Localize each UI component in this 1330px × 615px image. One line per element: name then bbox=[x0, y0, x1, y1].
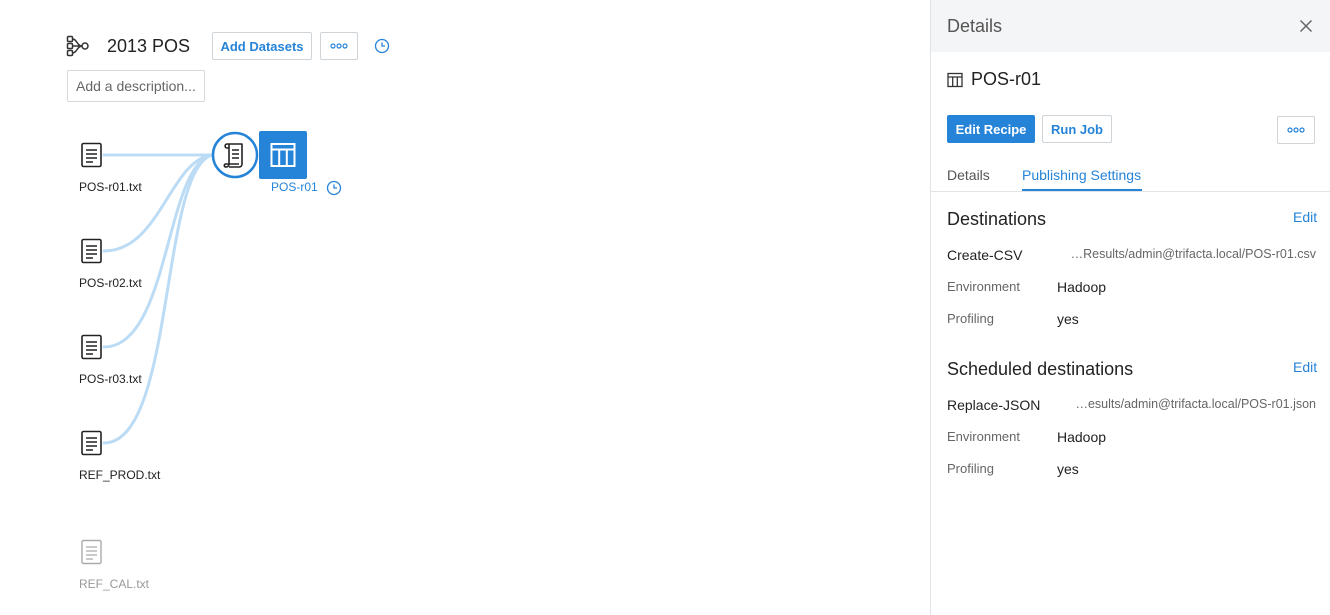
table-icon bbox=[270, 143, 296, 167]
selected-dataset-name: POS-r01 bbox=[971, 69, 1042, 89]
scheduled-destinations-title: Scheduled destinations bbox=[947, 359, 1134, 379]
close-icon[interactable] bbox=[1299, 19, 1313, 33]
profiling-value: yes bbox=[1057, 461, 1079, 477]
panel-header: Details bbox=[931, 0, 1330, 52]
tabs-divider bbox=[931, 191, 1330, 192]
table-icon bbox=[947, 72, 963, 88]
environment-label: Environment bbox=[947, 279, 1020, 294]
destinations-title: Destinations bbox=[947, 209, 1047, 229]
run-job-button[interactable]: Run Job bbox=[1042, 115, 1112, 143]
dataset-label[interactable]: REF_PROD.txt bbox=[79, 468, 160, 482]
destination-path: …Results/admin@trifacta.local/POS-r01.cs… bbox=[1070, 247, 1316, 261]
dataset-file-icon[interactable] bbox=[80, 142, 104, 168]
profiling-label: Profiling bbox=[947, 311, 994, 326]
tab-details[interactable]: Details bbox=[947, 167, 990, 183]
edit-recipe-button[interactable]: Edit Recipe bbox=[947, 115, 1035, 143]
dataset-file-icon[interactable] bbox=[80, 238, 104, 264]
environment-label: Environment bbox=[947, 429, 1020, 444]
flow-canvas: 2013 POS Add Datasets Add a description.… bbox=[0, 0, 930, 615]
dataset-file-icon[interactable] bbox=[80, 334, 104, 360]
details-panel: Details POS-r01 Edit Recipe Run Job Deta… bbox=[930, 0, 1330, 615]
dataset-file-icon-disabled[interactable] bbox=[80, 539, 104, 565]
panel-header-title: Details bbox=[947, 16, 1003, 36]
dataset-label[interactable]: POS-r01.txt bbox=[79, 180, 142, 194]
dataset-label-disabled[interactable]: REF_CAL.txt bbox=[79, 577, 149, 591]
profiling-value: yes bbox=[1057, 311, 1079, 327]
flow-connectors bbox=[102, 153, 214, 445]
panel-more-button[interactable] bbox=[1277, 116, 1315, 144]
history-clock-icon[interactable] bbox=[326, 180, 342, 196]
scheduled-destination-path: …esults/admin@trifacta.local/POS-r01.jso… bbox=[1075, 397, 1316, 411]
dataset-file-icon[interactable] bbox=[80, 430, 104, 456]
destinations-edit-link[interactable]: Edit bbox=[1293, 209, 1317, 225]
connector-ref-prod bbox=[102, 153, 214, 445]
output-dataset-node[interactable] bbox=[259, 131, 307, 179]
scheduled-edit-link[interactable]: Edit bbox=[1293, 359, 1317, 375]
tab-publishing-settings[interactable]: Publishing Settings bbox=[1022, 167, 1141, 183]
environment-value: Hadoop bbox=[1057, 429, 1107, 445]
more-dots-icon bbox=[1287, 127, 1305, 133]
dataset-label[interactable]: POS-r02.txt bbox=[79, 276, 142, 290]
profiling-label: Profiling bbox=[947, 461, 994, 476]
recipe-node[interactable] bbox=[211, 131, 259, 179]
output-label[interactable]: POS-r01 bbox=[271, 180, 318, 194]
environment-value: Hadoop bbox=[1057, 279, 1107, 295]
scheduled-destination-name: Replace-JSON bbox=[947, 397, 1041, 413]
dataset-label[interactable]: POS-r03.txt bbox=[79, 372, 142, 386]
destination-name: Create-CSV bbox=[947, 247, 1023, 263]
